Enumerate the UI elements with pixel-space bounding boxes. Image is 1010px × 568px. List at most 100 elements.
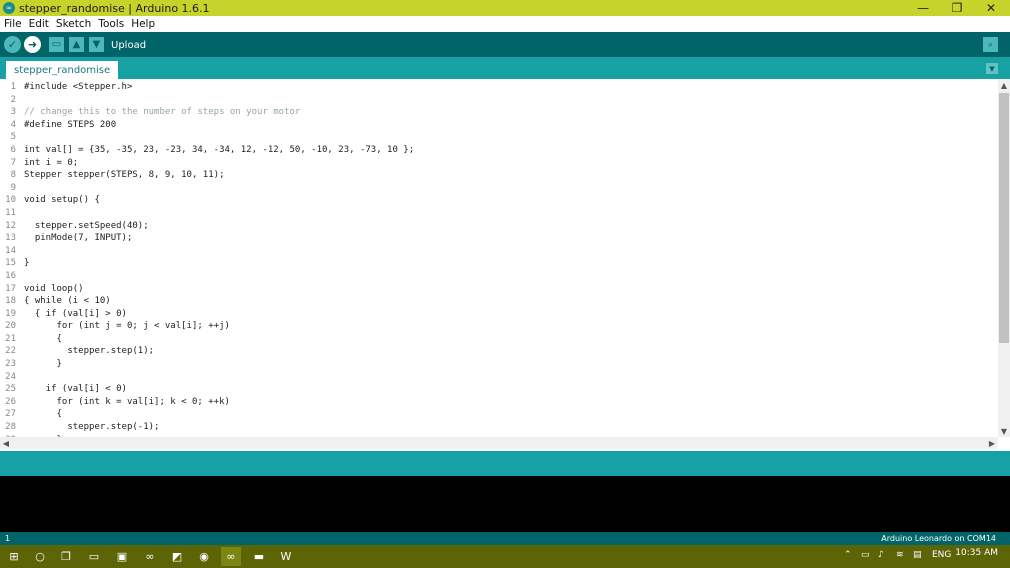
serial-monitor-button[interactable]: ⌕ xyxy=(983,37,998,52)
line-number: 16 xyxy=(5,270,16,281)
code-text: for (int j = 0; j < val[i]; ++j) xyxy=(24,321,230,332)
arduino-active-taskbar-icon[interactable]: ∞ xyxy=(221,547,241,566)
wifi-icon[interactable]: ≋ xyxy=(896,550,904,560)
word-icon[interactable]: W xyxy=(276,547,296,566)
vertical-scrollbar[interactable]: ▲ ▼ xyxy=(998,79,1010,437)
close-button[interactable]: ✕ xyxy=(974,0,1008,16)
menu-file[interactable]: File xyxy=(4,18,22,30)
code-text: { while (i < 10) xyxy=(24,296,111,307)
open-button[interactable]: ▲ xyxy=(69,37,84,52)
code-text: { if (val[i] > 0) xyxy=(24,308,127,319)
window-title: stepper_randomise | Arduino 1.6.1 xyxy=(19,1,210,15)
new-file-icon: ▭ xyxy=(51,39,62,50)
taskbar-app-icon-2[interactable]: ◩ xyxy=(167,547,187,566)
code-line: 20 for (int j = 0; j < val[i]; ++j) xyxy=(0,320,998,333)
code-text: stepper.step(1); xyxy=(24,346,155,357)
code-line: 1 #include <Stepper.h> xyxy=(0,81,998,94)
console-output[interactable] xyxy=(0,476,1010,532)
line-number: 3 xyxy=(10,107,16,118)
code-text: { xyxy=(24,333,62,344)
windows-start-icon[interactable]: ⊞ xyxy=(4,547,24,566)
code-text: } xyxy=(24,258,30,269)
code-line: 23 } xyxy=(0,358,998,371)
file-explorer-icon[interactable]: ▬ xyxy=(249,547,269,566)
line-number: 8 xyxy=(10,170,16,181)
line-number: 1 xyxy=(10,82,16,92)
horizontal-scrollbar[interactable]: ◀ ▶ xyxy=(0,437,998,449)
line-number: 5 xyxy=(10,132,16,143)
code-lines: 1 #include <Stepper.h> 2 3// change this to… xyxy=(0,81,998,437)
code-line: 8 Stepper stepper(STEPS, 8, 9, 10, 11); xyxy=(0,169,998,182)
code-text: #include <Stepper.h> xyxy=(24,82,133,92)
line-number: 20 xyxy=(5,321,16,332)
line-number: 10 xyxy=(5,195,16,206)
tab-menu-button[interactable]: ▼ xyxy=(986,63,998,74)
code-line: 28 stepper.step(-1); xyxy=(0,421,998,434)
menu-edit[interactable]: Edit xyxy=(29,18,49,30)
code-line: 16 xyxy=(0,270,998,283)
magnifier-icon: ⌕ xyxy=(987,39,994,50)
save-button[interactable]: ▼ xyxy=(89,37,104,52)
line-number: 25 xyxy=(5,384,16,395)
code-line: 3 // change this to the number of steps o… xyxy=(0,106,998,119)
code-line: 25 if (val[i] < 0) xyxy=(0,383,998,396)
taskbar-clock[interactable]: 10:35 AM xyxy=(955,548,998,558)
code-line: 4 #define STEPS 200 xyxy=(0,119,998,132)
scroll-down-icon[interactable]: ▼ xyxy=(998,425,1010,437)
upload-button[interactable]: ➜ xyxy=(24,36,41,53)
horizontal-scroll-thumb[interactable] xyxy=(14,438,984,448)
code-line: 19 { if (val[i] > 0) xyxy=(0,308,998,321)
menu-tools[interactable]: Tools xyxy=(98,18,124,30)
toolbar-hover-label: Upload xyxy=(111,40,147,51)
code-text: void setup() { xyxy=(24,195,100,206)
store-icon[interactable]: ▣ xyxy=(112,547,132,566)
action-center-icon[interactable]: ▤ xyxy=(913,550,922,560)
save-arrow-down-icon: ▼ xyxy=(92,39,101,50)
line-number-indicator: 1 xyxy=(5,534,11,543)
code-line: 17 void loop() xyxy=(0,283,998,296)
menu-help[interactable]: Help xyxy=(131,18,155,30)
language-indicator[interactable]: ENG xyxy=(932,550,951,560)
bottom-status-bar: 1 Arduino Leonardo on COM14 xyxy=(0,532,1010,545)
tab-stepper-randomise[interactable]: stepper_randomise xyxy=(6,61,119,79)
line-number: 15 xyxy=(5,258,16,269)
code-line: 9 xyxy=(0,182,998,195)
code-text: } xyxy=(24,359,62,370)
restore-button[interactable]: ❐ xyxy=(940,0,974,16)
code-text: if (val[i] < 0) xyxy=(24,384,127,395)
menu-sketch[interactable]: Sketch xyxy=(56,18,91,30)
status-area xyxy=(0,451,1010,476)
scroll-up-icon[interactable]: ▲ xyxy=(998,79,1010,91)
line-number: 21 xyxy=(5,333,16,344)
scroll-right-icon[interactable]: ▶ xyxy=(986,437,998,449)
line-number: 7 xyxy=(10,157,16,168)
code-text: { xyxy=(24,409,62,420)
arduino-taskbar-icon[interactable]: ∞ xyxy=(140,547,160,566)
window-title-bar: ∞ stepper_randomise | Arduino 1.6.1 — ❐ … xyxy=(0,0,1010,16)
code-line: 26 for (int k = val[i]; k < 0; ++k) xyxy=(0,396,998,409)
line-number: 22 xyxy=(5,346,16,357)
windows-taskbar: ⊞ ○ ❐ ▭ ▣ ∞ ◩ ◉ ∞ ▬ W ⌃ ▭ ♪ ≋ ▤ ENG 10:3… xyxy=(0,545,1010,568)
task-view-icon[interactable]: ❐ xyxy=(56,547,76,566)
line-number: 12 xyxy=(5,220,16,231)
vertical-scroll-thumb[interactable] xyxy=(999,93,1009,343)
verify-button[interactable]: ✓ xyxy=(4,36,21,53)
code-line: 22 stepper.step(1); xyxy=(0,345,998,358)
code-editor[interactable]: 1 #include <Stepper.h> 2 3// change this to… xyxy=(0,79,998,437)
network-icon[interactable]: ▭ xyxy=(861,550,870,560)
scroll-left-icon[interactable]: ◀ xyxy=(0,437,12,449)
taskbar-app-icon-1[interactable]: ▭ xyxy=(84,547,104,566)
volume-icon[interactable]: ♪ xyxy=(878,550,884,560)
line-number: 28 xyxy=(5,422,16,433)
code-line: 6 int val[] = {35, -35, 23, -23, 34, -34,… xyxy=(0,144,998,157)
code-line: 24 xyxy=(0,371,998,384)
code-text: stepper.step(-1); xyxy=(24,422,160,433)
tray-expand-icon[interactable]: ⌃ xyxy=(844,550,852,560)
chrome-icon[interactable]: ◉ xyxy=(194,547,214,566)
toolbar: ✓ ➜ ▭ ▲ ▼ Upload ⌕ xyxy=(0,32,1010,57)
code-text: pinMode(7, INPUT); xyxy=(24,233,133,244)
cortana-search-icon[interactable]: ○ xyxy=(30,547,50,566)
new-button[interactable]: ▭ xyxy=(49,37,64,52)
minimize-button[interactable]: — xyxy=(906,0,940,16)
code-text: // change this to the number of steps on… xyxy=(24,107,301,118)
